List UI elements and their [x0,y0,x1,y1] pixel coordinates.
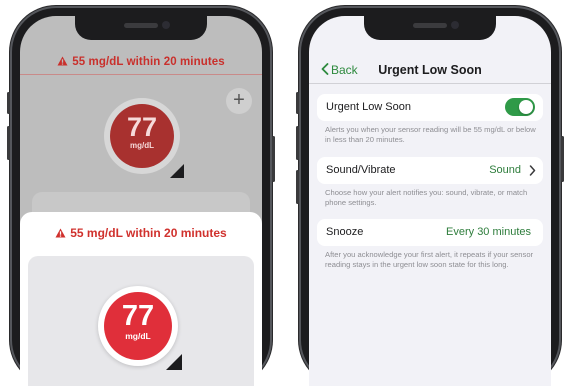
urgent-low-soon-help: Alerts you when your sensor reading will… [325,125,536,144]
warning-icon [55,228,66,238]
chevron-right-icon [529,165,536,176]
page-title: Urgent Low Soon [378,63,482,77]
glucose-reading: 77 mg/dL [98,286,182,370]
camera [451,21,459,29]
background-alert-banner: 55 mg/dL within 20 minutes [20,56,262,68]
sound-vibrate-row[interactable]: Sound/Vibrate Sound [317,157,543,184]
urgent-low-soon-row: Urgent Low Soon [317,94,543,121]
right-screen: Back Urgent Low Soon Urgent Low Soon Ale… [309,16,551,386]
background-alert-text: 55 mg/dL within 20 minutes [72,56,225,68]
divider [20,74,262,75]
phone-left: 55 mg/dL within 20 minutes + 77 mg/dL 55… [7,6,275,386]
snooze-help: After you acknowledge your first alert, … [325,250,534,269]
reading-card: 77 mg/dL [28,256,254,386]
phone-right: Back Urgent Low Soon Urgent Low Soon Ale… [296,6,564,386]
speaker [124,23,158,28]
notch [364,16,496,40]
sound-vibrate-label: Sound/Vibrate [326,164,396,176]
side-button [296,126,299,160]
alert-text: 55 mg/dL within 20 minutes [70,226,227,240]
warning-icon [57,56,68,66]
sound-vibrate-help: Choose how your alert notifies you: soun… [325,188,528,207]
snooze-row[interactable]: Snooze Every 30 minutes [317,219,543,246]
alert-sheet[interactable]: 55 mg/dL within 20 minutes 77 mg/dL [20,212,262,386]
side-button [296,170,299,204]
background-reading-value: 77 [126,112,158,142]
speaker [413,23,447,28]
side-button [7,92,10,114]
snooze-label: Snooze [326,226,364,238]
camera [162,21,170,29]
background-reading-unit: mg/dL [130,141,154,150]
side-button [296,92,299,114]
add-button[interactable]: + [226,88,252,114]
urgent-low-soon-toggle[interactable] [505,98,535,116]
background-reading-circle: 77 mg/dL [110,104,174,168]
side-button [561,136,564,182]
glucose-unit: mg/dL [125,331,151,341]
side-button [7,126,10,160]
glucose-value: 77 [121,300,155,332]
trend-arrow-icon [170,164,184,178]
notch [75,16,207,40]
background-reading: 77 mg/dL [104,98,184,178]
trend-arrow-icon [166,354,182,370]
urgent-low-soon-label: Urgent Low Soon [326,101,411,113]
alert-title: 55 mg/dL within 20 minutes [20,226,262,240]
divider [309,83,551,84]
sound-vibrate-value: Sound [489,164,521,176]
glucose-reading-circle: 77 mg/dL [104,292,172,360]
side-button [272,136,275,182]
snooze-value: Every 30 minutes [446,226,531,238]
toggle-knob [519,100,533,114]
left-screen: 55 mg/dL within 20 minutes + 77 mg/dL 55… [20,16,262,386]
